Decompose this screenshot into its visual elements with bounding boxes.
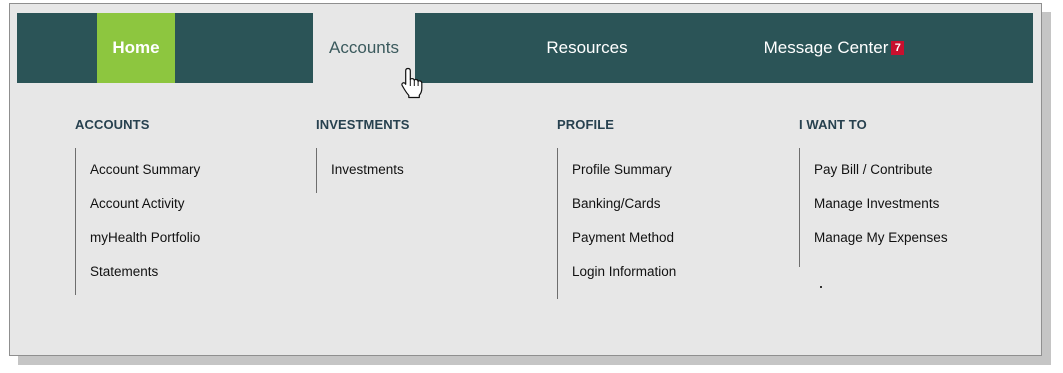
investments-column: INVESTMENTS Investments (316, 117, 410, 193)
profile-heading: PROFILE (557, 117, 615, 132)
link-statements[interactable]: Statements (90, 255, 200, 289)
accounts-heading: ACCOUNTS (75, 117, 150, 132)
link-manage-my-expenses[interactable]: Manage My Expenses (814, 221, 948, 255)
link-investments[interactable]: Investments (331, 153, 410, 187)
hand-pointer-icon (401, 67, 423, 99)
profile-column: PROFILE Profile Summary Banking/Cards Pa… (557, 117, 676, 299)
profile-links: Profile Summary Banking/Cards Payment Me… (557, 148, 676, 299)
i-want-to-links: Pay Bill / Contribute Manage Investments… (799, 148, 948, 267)
main-navbar: Home Accounts Resources Message Center 7 (17, 13, 1033, 84)
nav-resources[interactable]: Resources (532, 13, 642, 83)
link-banking-cards[interactable]: Banking/Cards (572, 187, 676, 221)
link-account-activity[interactable]: Account Activity (90, 187, 200, 221)
link-login-information[interactable]: Login Information (572, 255, 676, 289)
stray-dot (820, 286, 822, 288)
link-manage-investments[interactable]: Manage Investments (814, 187, 948, 221)
menu-frame: Home Accounts Resources Message Center 7 … (9, 3, 1042, 356)
investments-links: Investments (316, 148, 410, 193)
link-profile-summary[interactable]: Profile Summary (572, 153, 676, 187)
accounts-links: Account Summary Account Activity myHealt… (75, 148, 200, 295)
link-account-summary[interactable]: Account Summary (90, 153, 200, 187)
investments-heading: INVESTMENTS (316, 117, 410, 132)
accounts-column: ACCOUNTS Account Summary Account Activit… (75, 117, 200, 295)
link-pay-bill-contribute[interactable]: Pay Bill / Contribute (814, 153, 948, 187)
link-payment-method[interactable]: Payment Method (572, 221, 676, 255)
i-want-to-heading: I WANT TO (799, 117, 867, 132)
nav-home[interactable]: Home (97, 13, 175, 83)
nav-message-center[interactable]: Message Center 7 (729, 13, 939, 83)
link-myhealth-portfolio[interactable]: myHealth Portfolio (90, 221, 200, 255)
i-want-to-column: I WANT TO Pay Bill / Contribute Manage I… (799, 117, 948, 267)
message-count-badge: 7 (891, 41, 905, 55)
nav-message-center-label: Message Center (763, 38, 889, 57)
